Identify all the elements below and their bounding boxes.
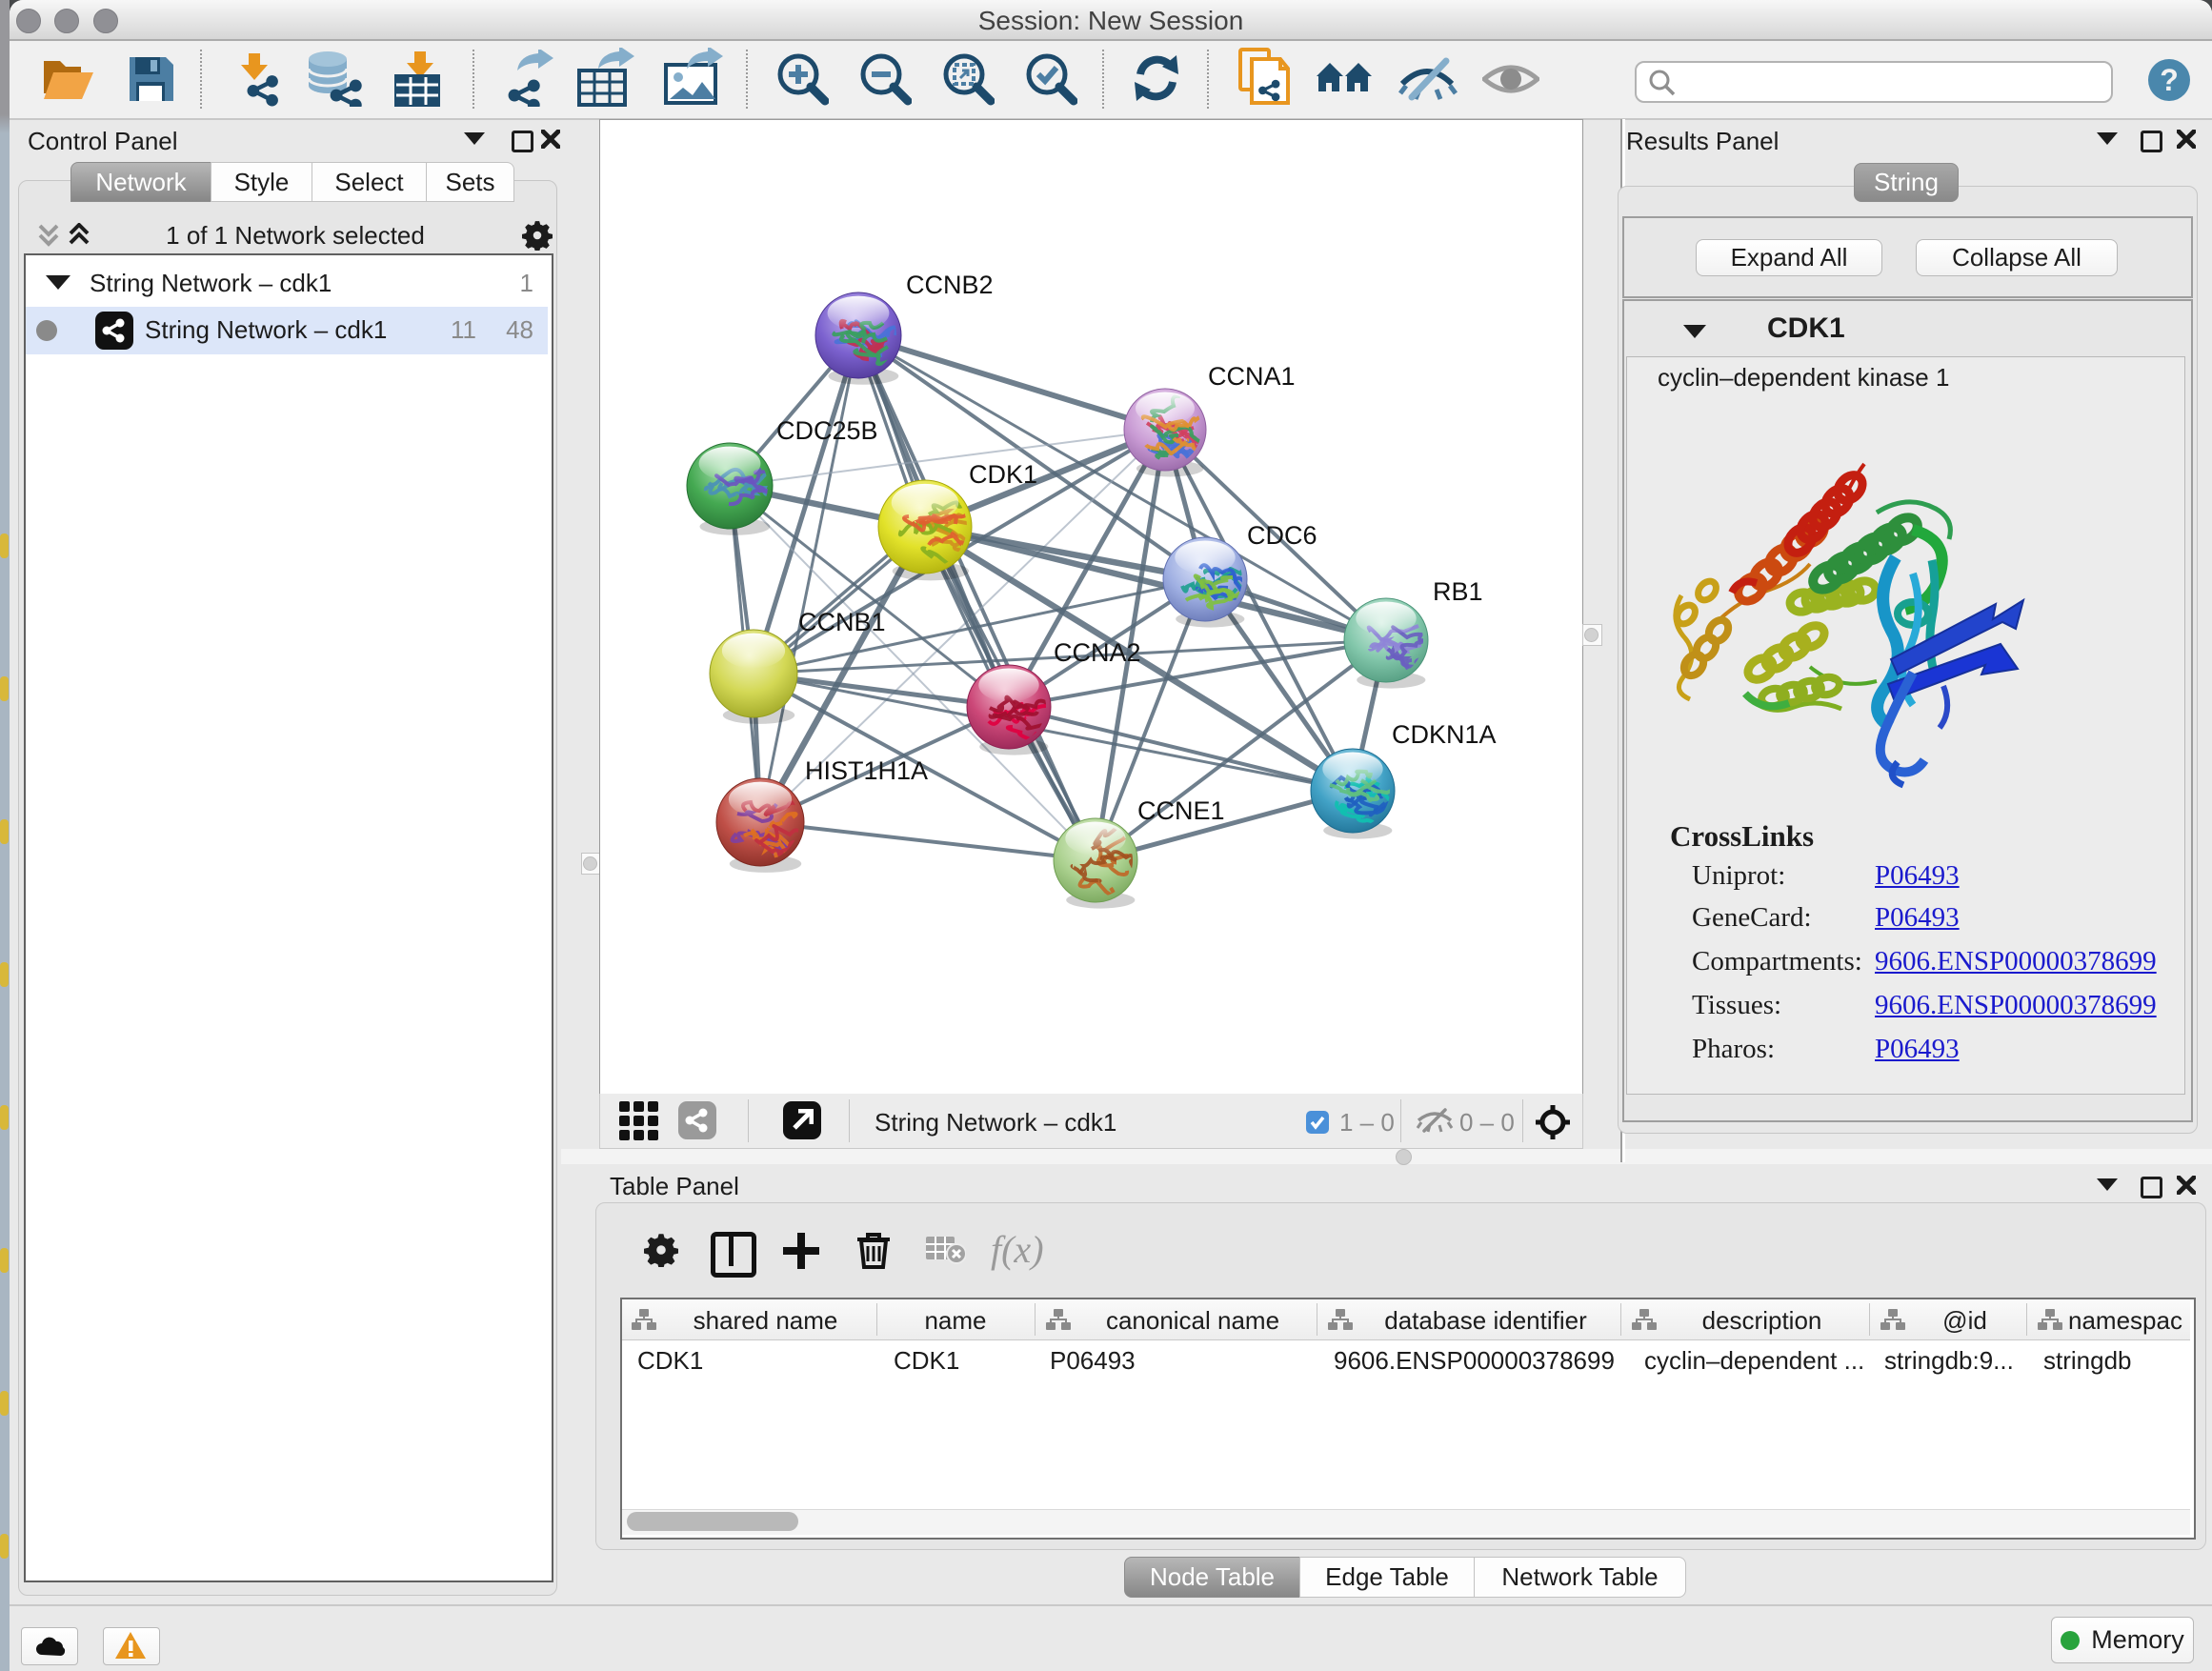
- svg-text:RB1: RB1: [1433, 577, 1483, 606]
- svg-text:CDK1: CDK1: [969, 460, 1037, 489]
- svg-text:CCNB1: CCNB1: [798, 608, 886, 636]
- svg-text:HIST1H1A: HIST1H1A: [805, 756, 928, 785]
- svg-text:CCNA2: CCNA2: [1054, 638, 1141, 667]
- svg-text:CCNB2: CCNB2: [906, 271, 994, 299]
- svg-text:CCNA1: CCNA1: [1208, 362, 1296, 391]
- svg-text:CCNE1: CCNE1: [1137, 796, 1225, 825]
- svg-text:CDC25B: CDC25B: [776, 416, 878, 445]
- svg-text:CDKN1A: CDKN1A: [1392, 720, 1497, 749]
- svg-text:CDC6: CDC6: [1247, 521, 1317, 550]
